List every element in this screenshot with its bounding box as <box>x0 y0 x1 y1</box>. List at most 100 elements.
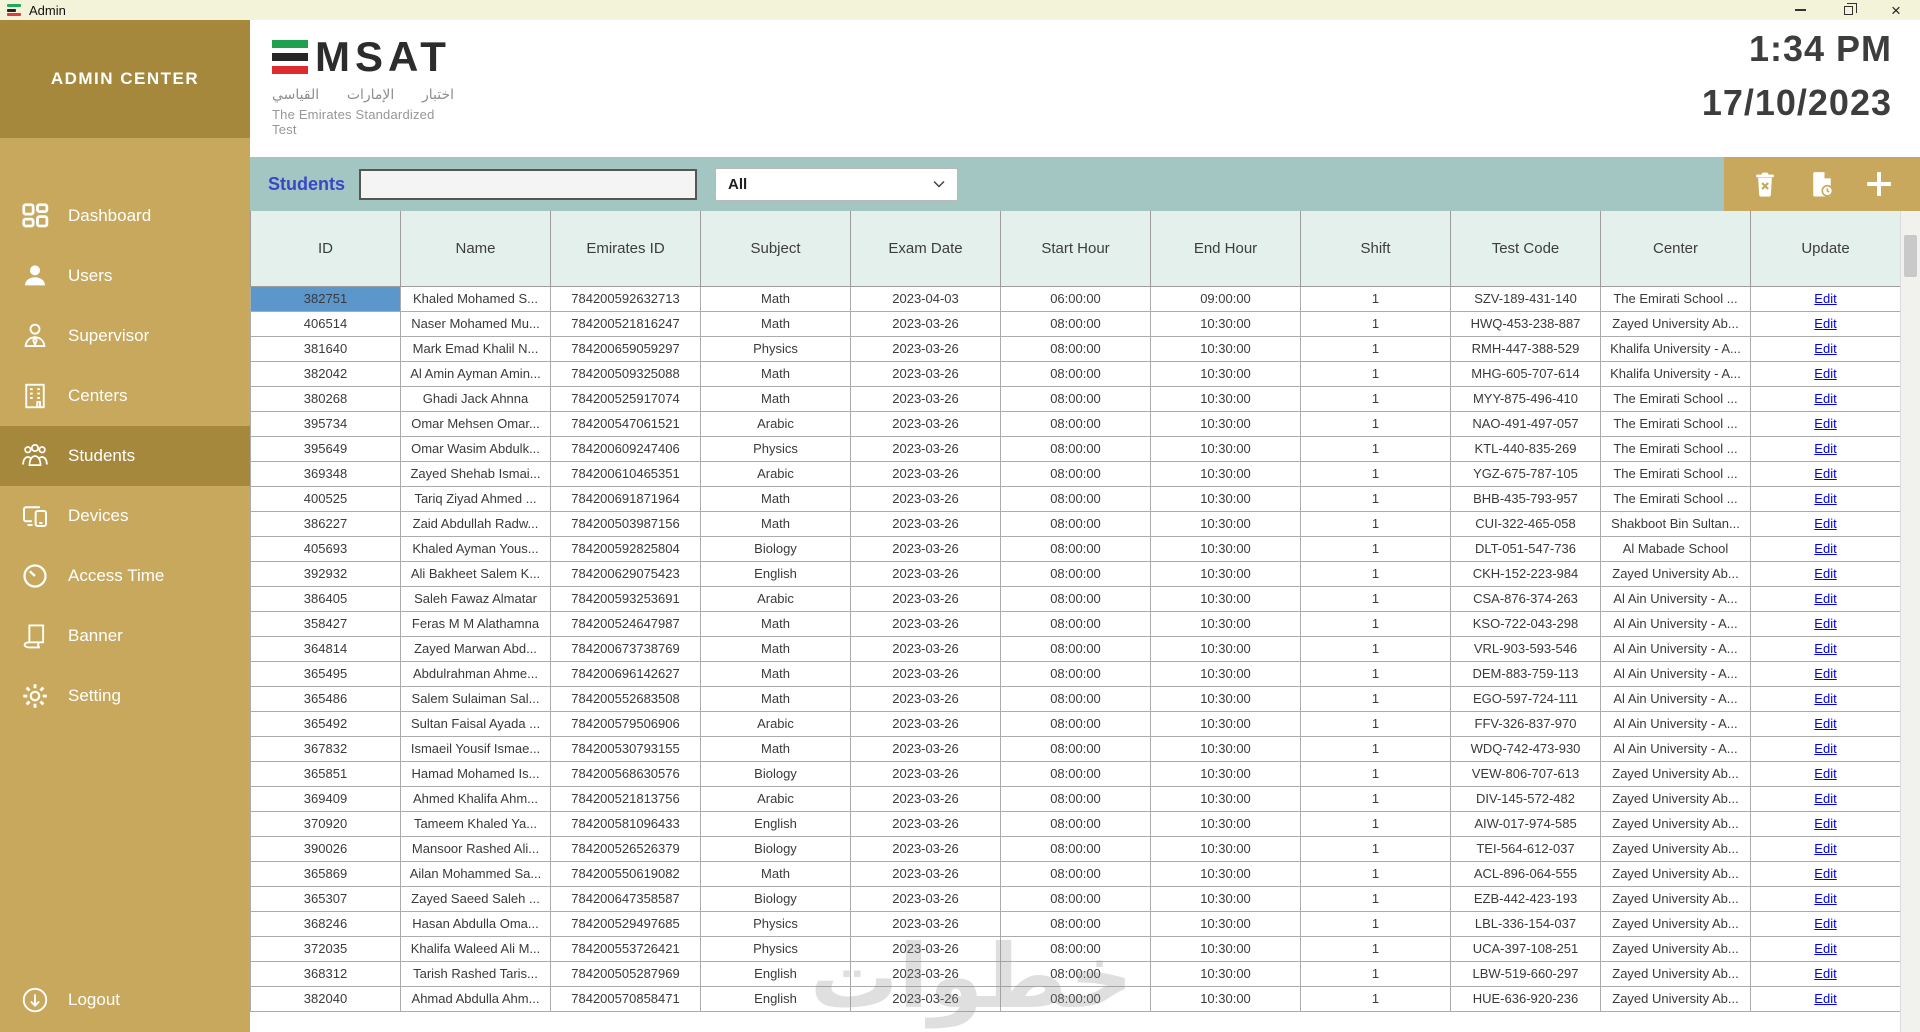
cell[interactable]: The Emirati School ... <box>1600 435 1751 462</box>
cell[interactable]: 369409 <box>250 785 401 812</box>
cell[interactable]: 381640 <box>250 335 401 362</box>
cell[interactable]: 08:00:00 <box>1000 935 1151 962</box>
cell[interactable]: 10:30:00 <box>1150 410 1301 437</box>
cell[interactable]: 2023-03-26 <box>850 610 1001 637</box>
edit-link[interactable]: Edit <box>1814 591 1836 606</box>
cell[interactable]: 369348 <box>250 460 401 487</box>
cell[interactable]: 784200521813756 <box>550 785 701 812</box>
edit-link[interactable]: Edit <box>1814 466 1836 481</box>
cell[interactable]: 2023-03-26 <box>850 585 1001 612</box>
minimize-button[interactable] <box>1776 0 1824 20</box>
cell[interactable]: 08:00:00 <box>1000 610 1151 637</box>
cell[interactable]: The Emirati School ... <box>1600 485 1751 512</box>
cell[interactable]: SZV-189-431-140 <box>1450 285 1601 312</box>
update-cell[interactable]: Edit <box>1750 785 1901 812</box>
cell[interactable]: Zayed Shehab Ismai... <box>400 460 551 487</box>
cell[interactable]: 784200550619082 <box>550 860 701 887</box>
cell[interactable]: Zayed University Ab... <box>1600 860 1751 887</box>
sidebar-item-devices[interactable]: Devices <box>0 486 250 546</box>
cell[interactable]: 08:00:00 <box>1000 985 1151 1012</box>
cell[interactable]: Saleh Fawaz Almatar <box>400 585 551 612</box>
cell[interactable]: 10:30:00 <box>1150 335 1301 362</box>
cell[interactable]: 1 <box>1300 635 1451 662</box>
cell[interactable]: 370920 <box>250 810 401 837</box>
sidebar-item-users[interactable]: Users <box>0 246 250 306</box>
cell[interactable]: Math <box>700 485 851 512</box>
edit-link[interactable]: Edit <box>1814 816 1836 831</box>
update-cell[interactable]: Edit <box>1750 985 1901 1012</box>
cell[interactable]: VRL-903-593-546 <box>1450 635 1601 662</box>
update-cell[interactable]: Edit <box>1750 485 1901 512</box>
cell[interactable]: 2023-03-26 <box>850 760 1001 787</box>
cell[interactable]: 784200524647987 <box>550 610 701 637</box>
cell[interactable]: 364814 <box>250 635 401 662</box>
cell[interactable]: Arabic <box>700 710 851 737</box>
cell[interactable]: 784200526526379 <box>550 835 701 862</box>
cell[interactable]: 400525 <box>250 485 401 512</box>
cell[interactable]: Ailan Mohammed Sa... <box>400 860 551 887</box>
cell[interactable]: 365307 <box>250 885 401 912</box>
cell[interactable]: English <box>700 960 851 987</box>
cell[interactable]: 08:00:00 <box>1000 710 1151 737</box>
cell[interactable]: EZB-442-423-193 <box>1450 885 1601 912</box>
edit-link[interactable]: Edit <box>1814 891 1836 906</box>
cell[interactable]: 784200505287969 <box>550 960 701 987</box>
cell[interactable]: Al Amin Ayman Amin... <box>400 360 551 387</box>
cell[interactable]: Zayed University Ab... <box>1600 810 1751 837</box>
cell[interactable]: 1 <box>1300 610 1451 637</box>
cell[interactable]: 784200691871964 <box>550 485 701 512</box>
column-header-end-hour[interactable]: End Hour <box>1150 211 1301 287</box>
edit-link[interactable]: Edit <box>1814 616 1836 631</box>
cell[interactable]: 1 <box>1300 985 1451 1012</box>
cell[interactable]: Zayed University Ab... <box>1600 960 1751 987</box>
cell[interactable]: 10:30:00 <box>1150 710 1301 737</box>
export-file-button[interactable] <box>1807 169 1837 199</box>
cell[interactable]: 08:00:00 <box>1000 385 1151 412</box>
cell[interactable]: Al Ain University - A... <box>1600 660 1751 687</box>
cell[interactable]: 1 <box>1300 360 1451 387</box>
edit-link[interactable]: Edit <box>1814 641 1836 656</box>
cell[interactable]: Physics <box>700 435 851 462</box>
edit-link[interactable]: Edit <box>1814 991 1836 1006</box>
cell[interactable]: 784200592825804 <box>550 535 701 562</box>
edit-link[interactable]: Edit <box>1814 866 1836 881</box>
cell[interactable]: 395734 <box>250 410 401 437</box>
cell[interactable]: 1 <box>1300 735 1451 762</box>
cell[interactable]: 1 <box>1300 685 1451 712</box>
cell[interactable]: Math <box>700 635 851 662</box>
sidebar-item-access-time[interactable]: Access Time <box>0 546 250 606</box>
cell[interactable]: Zayed University Ab... <box>1600 835 1751 862</box>
cell[interactable]: 1 <box>1300 810 1451 837</box>
cell[interactable]: 1 <box>1300 435 1451 462</box>
cell[interactable]: 784200629075423 <box>550 560 701 587</box>
cell[interactable]: 2023-03-26 <box>850 785 1001 812</box>
cell[interactable]: 08:00:00 <box>1000 310 1151 337</box>
edit-link[interactable]: Edit <box>1814 766 1836 781</box>
filter-select[interactable]: All <box>715 167 959 201</box>
cell[interactable]: Biology <box>700 535 851 562</box>
cell[interactable]: 10:30:00 <box>1150 635 1301 662</box>
cell[interactable]: KTL-440-835-269 <box>1450 435 1601 462</box>
cell[interactable]: BHB-435-793-957 <box>1450 485 1601 512</box>
cell[interactable]: 2023-03-26 <box>850 985 1001 1012</box>
cell[interactable]: Al Ain University - A... <box>1600 585 1751 612</box>
cell[interactable]: Khalifa Waleed Ali M... <box>400 935 551 962</box>
cell[interactable]: Zayed Marwan Abd... <box>400 635 551 662</box>
logout-button[interactable]: Logout <box>0 970 250 1030</box>
cell[interactable]: 1 <box>1300 935 1451 962</box>
update-cell[interactable]: Edit <box>1750 960 1901 987</box>
cell[interactable]: 1 <box>1300 335 1451 362</box>
cell[interactable]: 08:00:00 <box>1000 335 1151 362</box>
cell[interactable]: LBL-336-154-037 <box>1450 910 1601 937</box>
edit-link[interactable]: Edit <box>1814 916 1836 931</box>
cell[interactable]: YGZ-675-787-105 <box>1450 460 1601 487</box>
edit-link[interactable]: Edit <box>1814 666 1836 681</box>
sidebar-item-setting[interactable]: Setting <box>0 666 250 726</box>
cell[interactable]: Al Ain University - A... <box>1600 610 1751 637</box>
cell[interactable]: 1 <box>1300 835 1451 862</box>
cell[interactable]: 10:30:00 <box>1150 935 1301 962</box>
cell[interactable]: HWQ-453-238-887 <box>1450 310 1601 337</box>
cell[interactable]: 1 <box>1300 385 1451 412</box>
cell[interactable]: 08:00:00 <box>1000 410 1151 437</box>
cell[interactable]: 784200570858471 <box>550 985 701 1012</box>
